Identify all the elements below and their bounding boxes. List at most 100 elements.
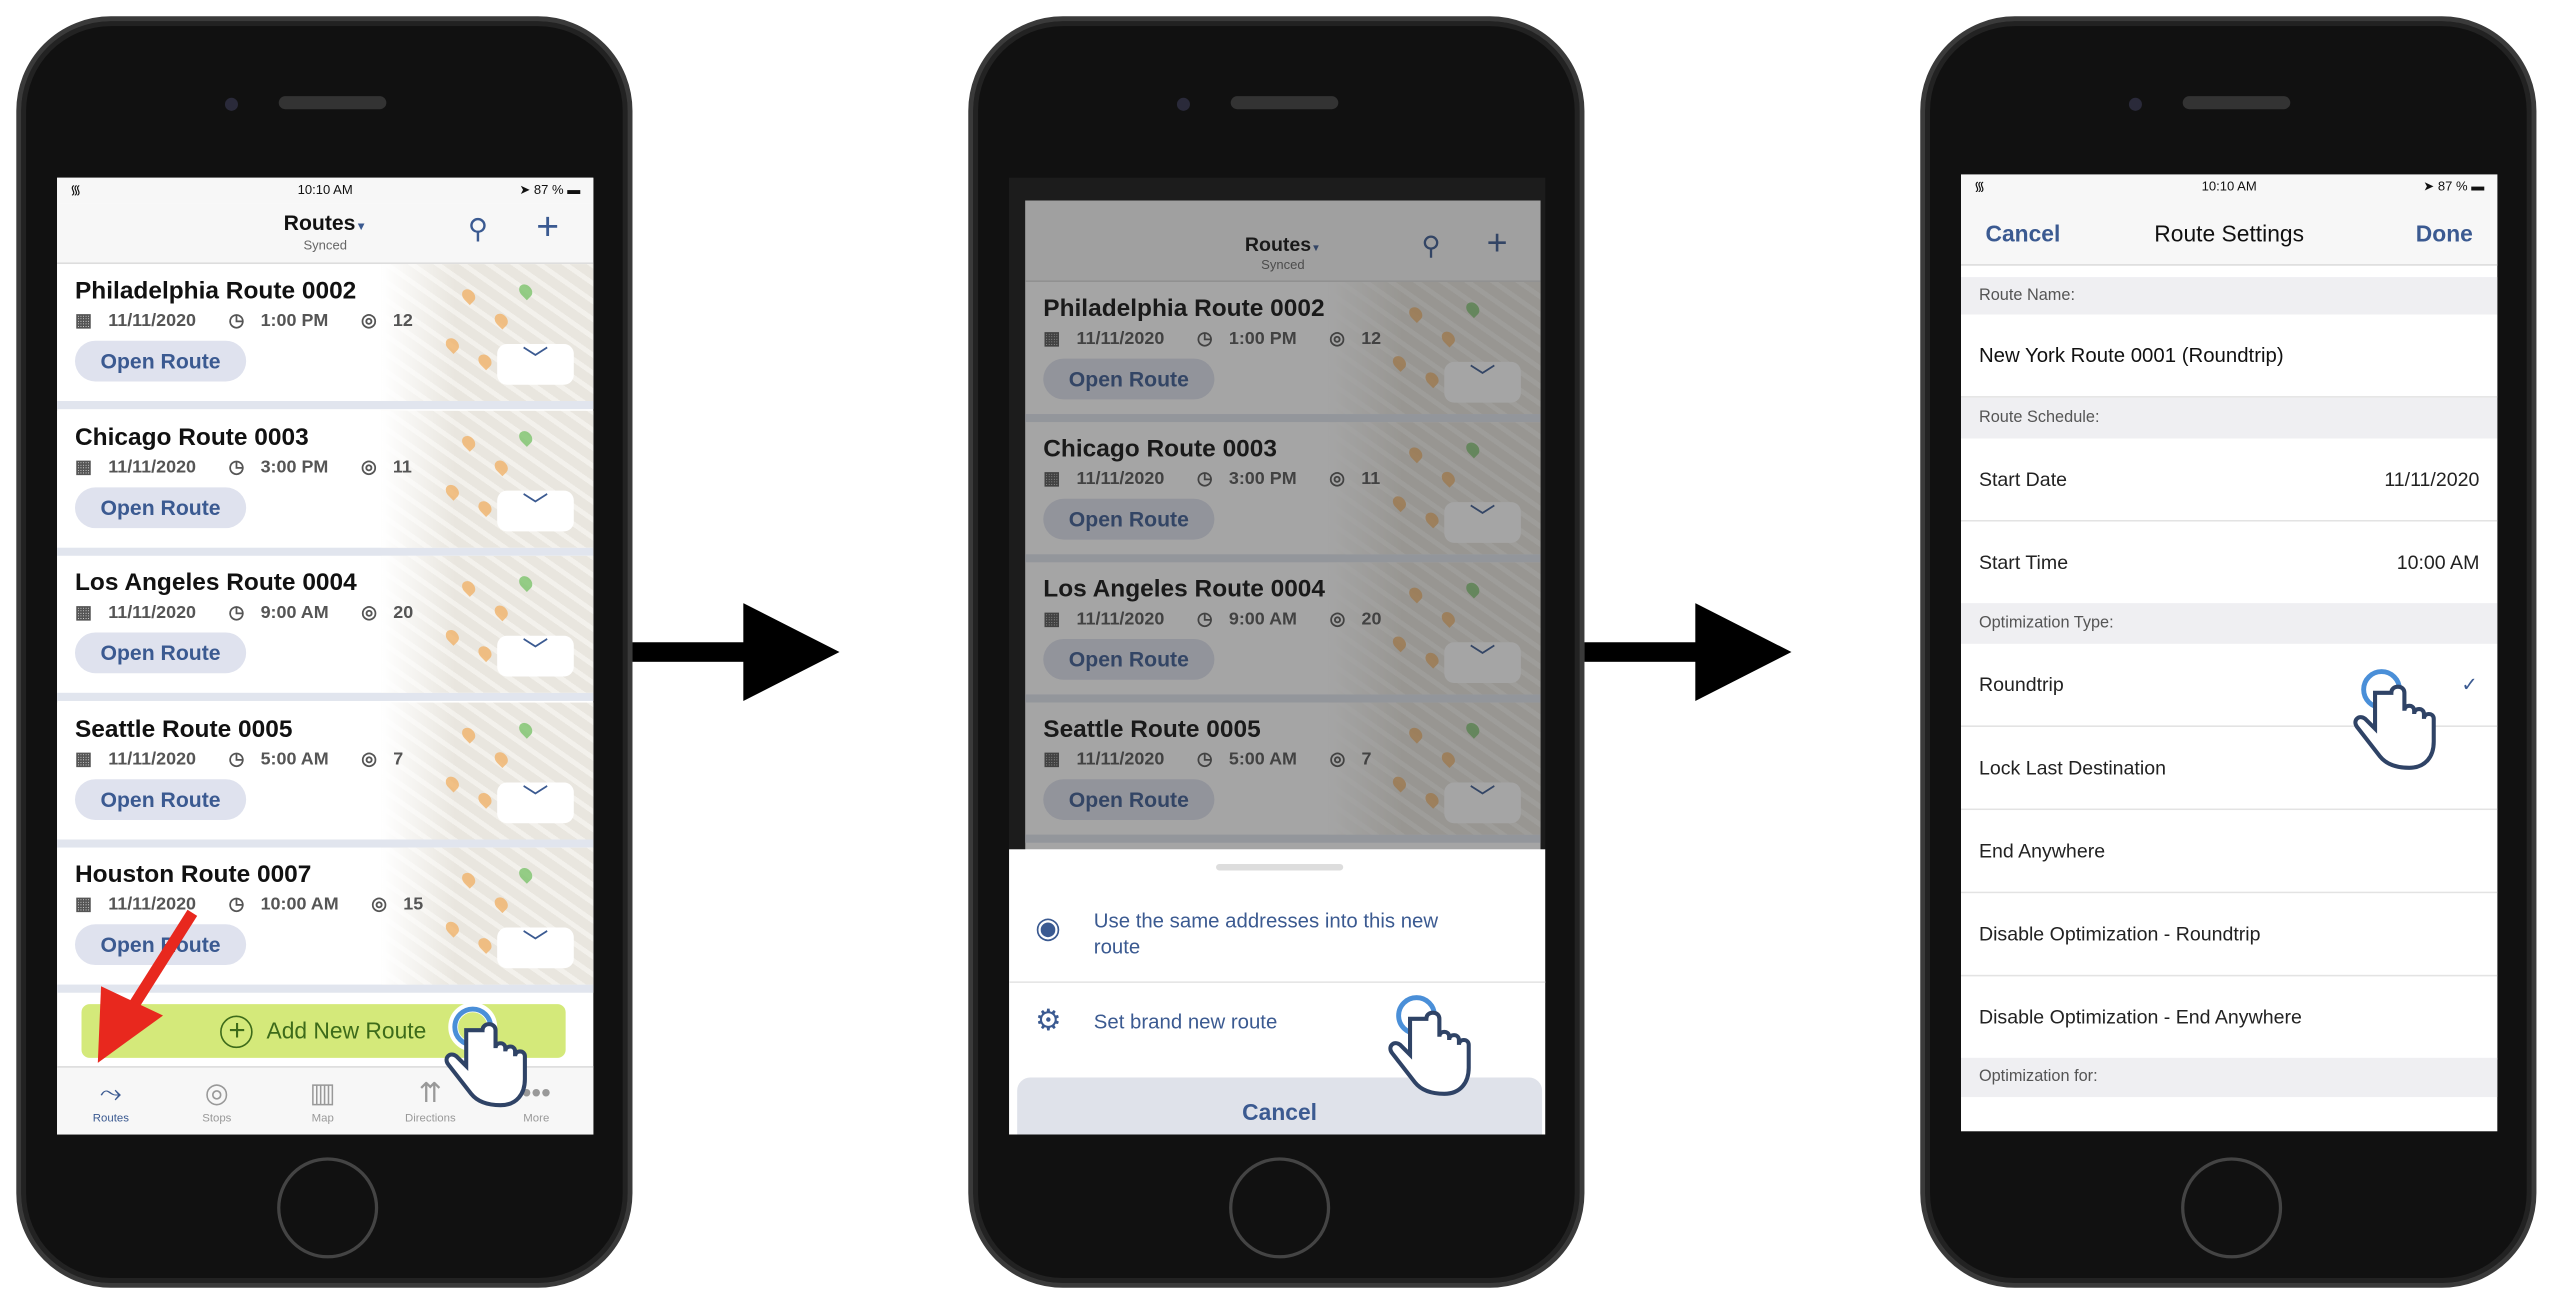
open-route-button[interactable]: Open Route	[74, 340, 247, 382]
open-route-button[interactable]: Open Route	[74, 632, 247, 674]
map-icon: ▥	[309, 1077, 336, 1109]
expand-chevron-button[interactable]: ﹀	[497, 635, 574, 677]
route-stops: 7	[393, 749, 404, 769]
date: ▦ 11/11/2020	[75, 457, 212, 477]
phone-route-settings: ᯾ 10:10 AM ➤ 87 % ▬ Cancel Route Setting…	[1920, 16, 2537, 1288]
expand-chevron-button[interactable]: ﹀	[497, 489, 574, 531]
done-button[interactable]: Done	[2416, 220, 2473, 246]
start-time-value: 10:00 AM	[2396, 550, 2480, 574]
route-name-field[interactable]: New York Route 0001 (Roundtrip)	[1961, 314, 2498, 398]
flow-arrow-icon	[1584, 603, 1792, 701]
row-label: Start Date	[1978, 467, 2068, 491]
chevron-down-icon: ﹀	[522, 347, 549, 375]
nav-bar: Cancel Route Settings Done	[1961, 200, 2498, 266]
tab-label: Directions	[404, 1113, 456, 1125]
route-time: 5:00 AM	[260, 749, 329, 769]
optimization-option[interactable]: Disable Optimization - End Anywhere	[1961, 976, 2498, 1060]
status-bar: ᯾ 10:10 AM ➤ 87 % ▬	[57, 177, 594, 204]
battery-percent: 87 %	[2437, 179, 2468, 194]
route-settings-screen: ᯾ 10:10 AM ➤ 87 % ▬ Cancel Route Setting…	[1961, 174, 2498, 1132]
checkmark-icon: ✓	[2461, 673, 2478, 697]
caret-down-icon: ▼	[355, 221, 367, 234]
home-button[interactable]	[1229, 1157, 1331, 1259]
tab-map[interactable]: ▥ Map	[274, 1074, 372, 1125]
pin-icon: ◎	[361, 603, 377, 623]
tap-hand-icon	[2353, 665, 2436, 770]
tab-label: Map	[311, 1113, 334, 1125]
route-name: Seattle Route 0005	[74, 714, 293, 743]
battery-percent: 87 %	[533, 182, 564, 198]
location-pin-icon: ◉	[1035, 911, 1061, 944]
route-time: 3:00 PM	[260, 457, 329, 477]
home-button[interactable]	[2181, 1157, 2283, 1259]
route-meta: ▦ 11/11/2020 ◷ 9:00 AM ◎ 20	[75, 602, 446, 623]
same-addresses-option[interactable]: ◉ Use the same addresses into this new r…	[1009, 882, 1546, 983]
route-date: 11/11/2020	[108, 311, 197, 331]
clock-icon: ◷	[228, 894, 245, 915]
start-time-row[interactable]: Start Time 10:00 AM	[1961, 521, 2498, 604]
add-icon[interactable]: +	[536, 205, 559, 251]
calendar-icon: ▦	[74, 311, 92, 331]
red-pointer-arrow	[97, 909, 198, 1063]
route-date: 11/11/2020	[108, 603, 197, 623]
sheet-grabber[interactable]	[1216, 863, 1344, 871]
calendar-icon: ▦	[74, 603, 92, 623]
clock-icon: ◷	[228, 311, 245, 331]
chevron-down-icon: ﹀	[522, 930, 549, 959]
route-card[interactable]: Seattle Route 0005 ▦ 11/11/2020 ◷ 5:00 AM ◎ 7…	[57, 701, 594, 847]
home-button[interactable]	[277, 1157, 379, 1259]
nav-bar: Routes▼ Synced ⚲ +	[57, 203, 594, 265]
route-time: 10:00 AM	[260, 894, 339, 915]
battery-indicator: ➤ 87 % ▬	[519, 182, 581, 198]
route-card[interactable]: Chicago Route 0003 ▦ 11/11/2020 ◷ 3:00 PM ◎ 1…	[57, 409, 594, 556]
clock-icon: ◷	[228, 603, 245, 623]
routes-title-dropdown[interactable]: Routes▼	[57, 210, 593, 234]
stops: ◎ 12	[361, 311, 429, 331]
clock-icon: ◷	[228, 749, 245, 769]
route-meta: ▦ 11/11/2020 ◷ 3:00 PM ◎ 11	[75, 456, 445, 477]
section-header-optimization: Optimization Type:	[1961, 603, 2498, 644]
option-label: Lock Last Destination	[1978, 756, 2166, 780]
expand-chevron-button[interactable]: ﹀	[497, 781, 574, 823]
start-date-row[interactable]: Start Date 11/11/2020	[1961, 438, 2498, 522]
optimization-option[interactable]: End Anywhere	[1961, 810, 2498, 894]
time: ◷ 3:00 PM	[229, 457, 345, 477]
speaker	[2182, 96, 2291, 110]
route-card[interactable]: Los Angeles Route 0004 ▦ 11/11/2020 ◷ 9:00 …	[57, 555, 594, 701]
route-stops: 20	[393, 603, 414, 623]
chevron-down-icon: ﹀	[522, 638, 549, 667]
tap-hand-icon	[444, 1002, 527, 1108]
tab-label: More	[523, 1113, 550, 1125]
gear-pin-icon: ⚙	[1035, 1004, 1062, 1037]
sync-status: Synced	[303, 237, 347, 253]
expand-chevron-button[interactable]: ﹀	[497, 927, 574, 969]
camera	[224, 97, 238, 111]
route-meta: ▦ 11/11/2020 ◷ 1:00 PM ◎ 12	[75, 310, 446, 331]
route-meta: ▦ 11/11/2020 ◷ 5:00 AM ◎ 7	[74, 747, 436, 769]
pin-icon: ◎	[360, 311, 377, 331]
dim-overlay[interactable]	[1025, 200, 1541, 853]
speaker	[1230, 96, 1339, 110]
open-route-button[interactable]: Open Route	[74, 778, 247, 820]
route-name: Houston Route 0007	[74, 860, 312, 889]
route-name: Los Angeles Route 0004	[74, 568, 357, 597]
option-label: Use the same addresses into this new rou…	[1093, 909, 1439, 959]
search-icon[interactable]: ⚲	[468, 214, 488, 247]
route-date: 11/11/2020	[108, 457, 197, 477]
camera	[1176, 97, 1190, 111]
time: ◷ 5:00 AM	[229, 749, 345, 769]
pin-icon: ◎	[360, 457, 377, 477]
option-label: Set brand new route	[1093, 1010, 1278, 1034]
optimization-option[interactable]: Disable Optimization - Roundtrip	[1961, 893, 2498, 977]
expand-chevron-button[interactable]: ﹀	[497, 343, 574, 385]
row-label: Start Time	[1978, 550, 2069, 574]
route-stops: 11	[392, 457, 412, 477]
section-header-optimization-for: Optimization for:	[1961, 1057, 2498, 1098]
section-header-route-name: Route Name:	[1961, 277, 2498, 315]
open-route-button[interactable]: Open Route	[74, 486, 247, 528]
phone-routes-list: ᯾ 10:10 AM ➤ 87 % ▬ Routes▼ Synced ⚲ + P…	[16, 16, 633, 1288]
date: ▦ 11/11/2020	[75, 603, 212, 623]
calendar-icon: ▦	[74, 749, 92, 769]
route-card[interactable]: Philadelphia Route 0002 ▦ 11/11/2020 ◷ 1:00…	[57, 264, 594, 410]
time: ◷ 9:00 AM	[229, 603, 345, 623]
